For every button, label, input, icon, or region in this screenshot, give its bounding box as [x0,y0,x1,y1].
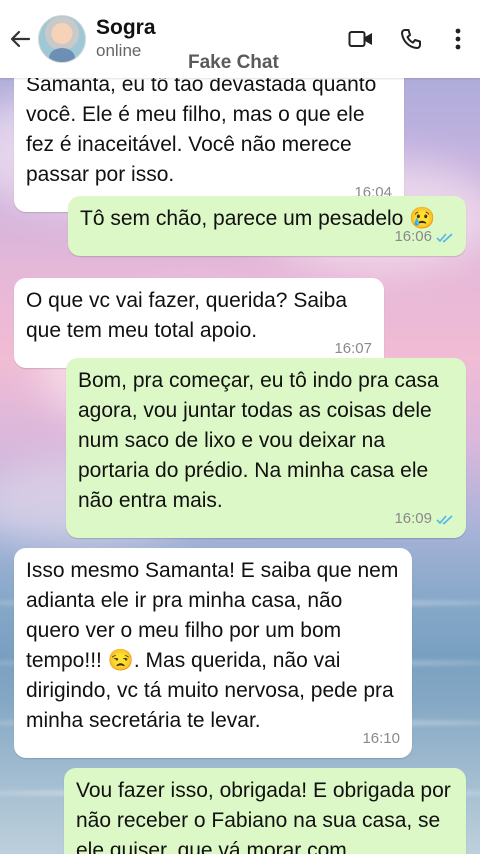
read-receipt-icon [436,232,453,242]
more-options-button[interactable] [436,14,480,64]
chat-header: Sogra online Fake Chat [0,0,480,78]
message-text: Bom, pra começar, eu tô indo pra casa ag… [78,369,439,512]
message-text: Tô sem chão, parece um pesadelo 😢 [80,207,436,230]
video-call-icon [348,31,372,47]
contact-name: Sogra [96,16,156,39]
more-vertical-icon [455,28,461,50]
message-text: O que vc vai fazer, querida? Saiba que t… [26,289,348,342]
message-time: 16:09 [394,504,454,534]
outgoing-message[interactable]: Vou fazer isso, obrigada! E obrigada por… [64,768,466,854]
phone-call-button[interactable] [386,14,436,64]
outgoing-message[interactable]: Tô sem chão, parece um pesadelo 😢 16:06 [68,196,466,256]
contact-info[interactable]: Sogra online [96,16,156,62]
message-text: Samanta, eu tô tão devastada quanto você… [26,73,377,186]
contact-avatar[interactable] [38,15,86,63]
phone-call-icon [401,29,421,49]
message-list[interactable]: Samanta, eu tô tão devastada quanto você… [0,0,480,854]
incoming-message[interactable]: Isso mesmo Samanta! E saiba que nem adia… [14,548,412,758]
message-time: 16:06 [394,222,454,252]
back-button[interactable] [2,0,38,78]
message-text: Isso mesmo Samanta! E saiba que nem adia… [26,559,399,732]
message-text: Vou fazer isso, obrigada! E obrigada por… [76,779,451,854]
outgoing-message[interactable]: Bom, pra começar, eu tô indo pra casa ag… [66,358,466,538]
video-call-button[interactable] [336,14,386,64]
back-arrow-icon [10,30,31,48]
watermark-text: Fake Chat [188,52,279,73]
incoming-message[interactable]: Samanta, eu tô tão devastada quanto você… [14,62,404,212]
incoming-message[interactable]: O que vc vai fazer, querida? Saiba que t… [14,278,384,368]
contact-status: online [96,41,142,60]
message-time: 16:10 [362,730,400,747]
read-receipt-icon [436,514,453,524]
